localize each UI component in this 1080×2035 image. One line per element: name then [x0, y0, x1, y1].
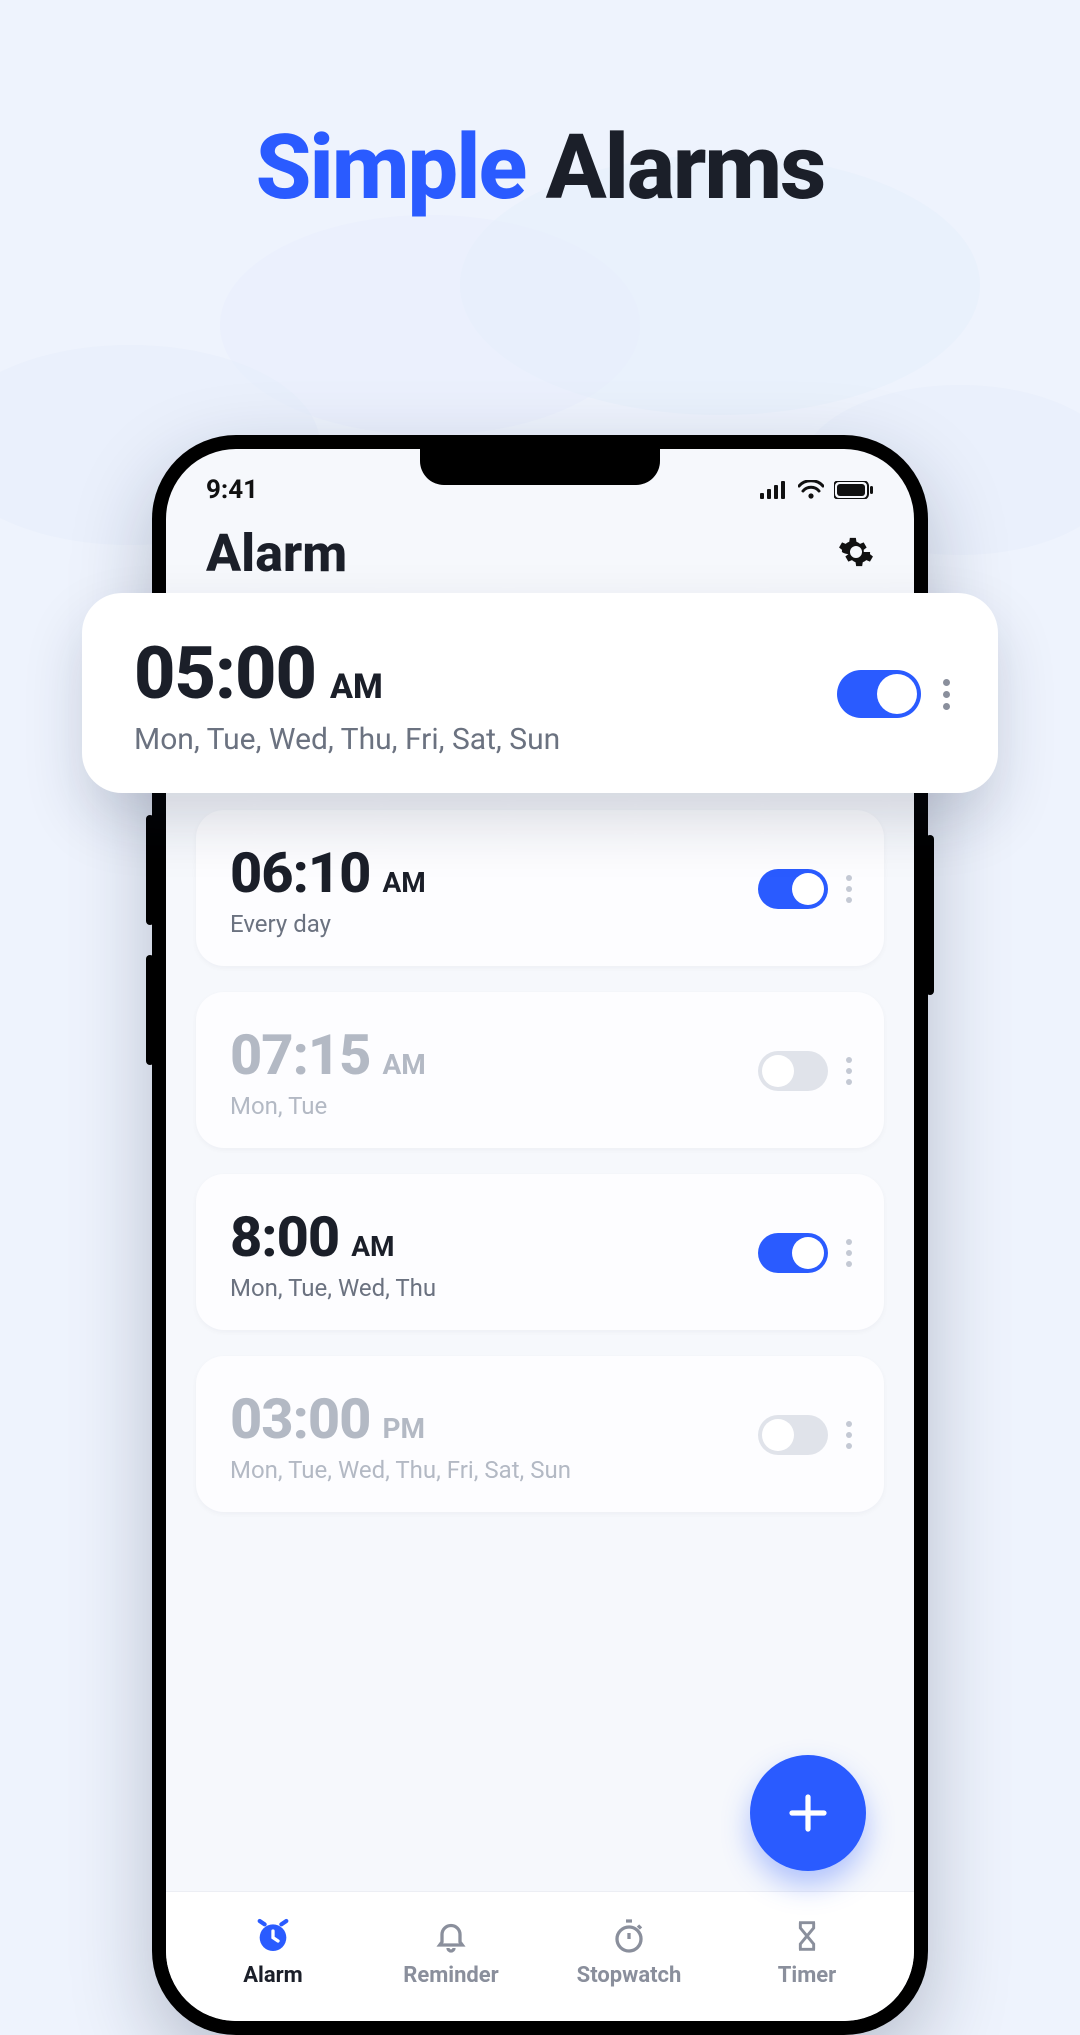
more-button[interactable] — [939, 675, 954, 714]
stopwatch-icon — [611, 1918, 647, 1954]
headline-accent: Simple — [256, 115, 526, 220]
alarm-days: Mon, Tue, Wed, Thu — [230, 1274, 758, 1302]
settings-button[interactable] — [838, 534, 874, 574]
nav-item-reminder[interactable]: Reminder — [371, 1915, 531, 1988]
headline-rest: Alarms — [546, 115, 825, 220]
alarm-time: 07:15 — [230, 1022, 370, 1088]
alarm-card[interactable]: 07:15 AM Mon, Tue — [196, 992, 884, 1148]
status-icons — [760, 480, 874, 500]
alarm-card[interactable]: 06:10 AM Every day — [196, 810, 884, 966]
add-alarm-button[interactable] — [750, 1755, 866, 1871]
alarm-ampm: AM — [330, 667, 383, 707]
alarm-toggle[interactable] — [758, 1051, 828, 1091]
alarm-time: 06:10 — [230, 840, 370, 906]
bell-icon — [433, 1918, 469, 1954]
alarm-toggle[interactable] — [758, 869, 828, 909]
alarm-card-highlight[interactable]: 05:00 AM Mon, Tue, Wed, Thu, Fri, Sat, S… — [82, 593, 998, 793]
alarm-toggle[interactable] — [758, 1233, 828, 1273]
alarm-ampm: AM — [382, 1048, 425, 1081]
cellular-icon — [760, 481, 788, 499]
more-button[interactable] — [842, 871, 856, 907]
nav-label: Stopwatch — [577, 1963, 682, 1988]
alarm-days: Every day — [230, 910, 758, 938]
gear-icon — [838, 534, 874, 570]
alarm-time: 05:00 — [134, 631, 316, 716]
alarm-card[interactable]: 03:00 PM Mon, Tue, Wed, Thu, Fri, Sat, S… — [196, 1356, 884, 1512]
nav-label: Reminder — [403, 1963, 499, 1988]
bottom-nav: Alarm Reminder Stopwatch — [166, 1891, 914, 2021]
nav-item-alarm[interactable]: Alarm — [193, 1915, 353, 1988]
alarm-ampm: AM — [382, 866, 425, 899]
status-time: 9:41 — [206, 475, 258, 505]
page-title: Alarm — [206, 523, 347, 584]
nav-label: Alarm — [243, 1963, 303, 1988]
nav-item-stopwatch[interactable]: Stopwatch — [549, 1915, 709, 1988]
wifi-icon — [798, 480, 824, 500]
battery-icon — [834, 481, 874, 499]
more-button[interactable] — [842, 1417, 856, 1453]
more-button[interactable] — [842, 1053, 856, 1089]
plus-icon — [784, 1789, 832, 1837]
notch — [420, 449, 660, 485]
alarm-time: 8:00 — [230, 1204, 339, 1270]
headline: Simple Alarms — [0, 115, 1080, 220]
alarm-toggle[interactable] — [758, 1415, 828, 1455]
alarm-ampm: PM — [382, 1412, 425, 1445]
alarm-ampm: AM — [351, 1230, 394, 1263]
alarm-days: Mon, Tue — [230, 1092, 758, 1120]
alarm-time: 03:00 — [230, 1386, 370, 1452]
nav-label: Timer — [778, 1963, 836, 1988]
alarm-card[interactable]: 8:00 AM Mon, Tue, Wed, Thu — [196, 1174, 884, 1330]
alarm-days: Mon, Tue, Wed, Thu, Fri, Sat, Sun — [230, 1456, 758, 1484]
hourglass-icon — [791, 1918, 823, 1954]
alarm-days: Mon, Tue, Wed, Thu, Fri, Sat, Sun — [134, 722, 837, 757]
alarm-toggle[interactable] — [837, 670, 921, 718]
nav-item-timer[interactable]: Timer — [727, 1915, 887, 1988]
more-button[interactable] — [842, 1235, 856, 1271]
alarm-clock-icon — [253, 1916, 293, 1956]
